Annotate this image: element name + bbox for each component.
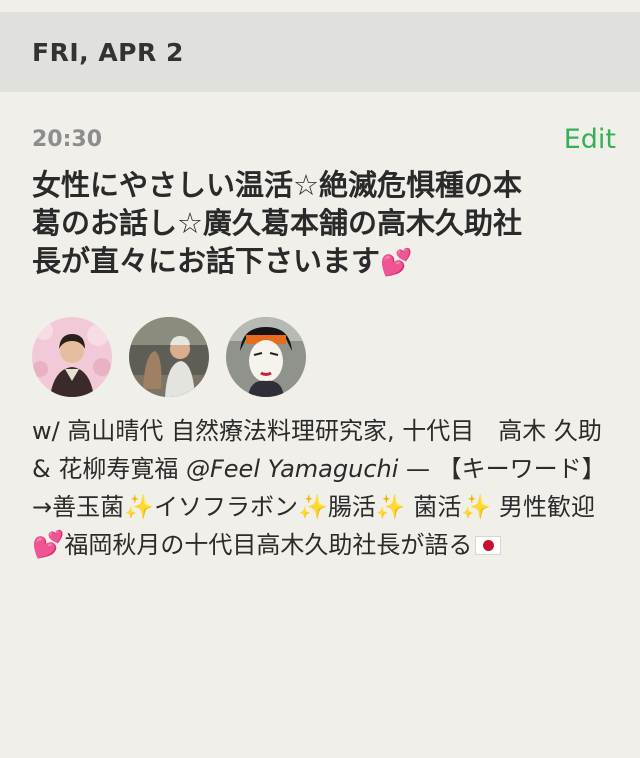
keyword-isoflavone: イソフラボン <box>154 493 298 521</box>
details-separator: — <box>398 455 438 483</box>
event-location[interactable]: @Feel Yamaguchi <box>186 455 398 483</box>
date-header: FRI, APR 2 <box>0 12 640 92</box>
event-details: w/ 高山晴代 自然療法料理研究家, 十代目 高木 久助 & 花柳寿寛福 @Fe… <box>32 412 604 564</box>
hosts-prefix: w/ <box>32 417 68 445</box>
edit-button[interactable]: Edit <box>564 124 616 155</box>
date-label: FRI, APR 2 <box>32 37 184 67</box>
keyword-speaker: 福岡秋月の十代目高木久助社長が語る <box>64 531 473 559</box>
keyword-men-welcome: 男性歓迎 <box>498 493 595 521</box>
event-meta-row: 20:30 Edit <box>32 122 616 156</box>
sparkles-icon: ✨ <box>375 493 406 521</box>
avatar-host-3[interactable] <box>226 317 306 397</box>
event-title: 女性にやさしい温活☆絶滅危惧種の本葛のお話し☆廣久葛本舗の高木久助社長が直々にお… <box>32 166 542 282</box>
sparkles-icon: ✨ <box>124 493 154 521</box>
keyword-gut: 腸活 <box>327 493 376 521</box>
two-hearts-icon: 💕 <box>380 248 413 278</box>
two-hearts-icon: 💕 <box>32 530 65 560</box>
avatar-host-1[interactable] <box>32 317 112 397</box>
avatar-host-2[interactable] <box>129 317 209 397</box>
event-time: 20:30 <box>32 126 103 152</box>
japan-flag-icon <box>475 536 502 555</box>
keyword-fungi: 菌活 <box>413 493 462 521</box>
sparkles-icon: ✨ <box>461 493 492 521</box>
event-card[interactable]: 20:30 Edit 女性にやさしい温活☆絶滅危惧種の本葛のお話し☆廣久葛本舗の… <box>32 122 616 564</box>
attendee-avatars <box>32 317 612 397</box>
sparkles-icon: ✨ <box>298 493 328 521</box>
event-title-text: 女性にやさしい温活☆絶滅危惧種の本葛のお話し☆廣久葛本舗の高木久助社長が直々にお… <box>32 168 522 278</box>
